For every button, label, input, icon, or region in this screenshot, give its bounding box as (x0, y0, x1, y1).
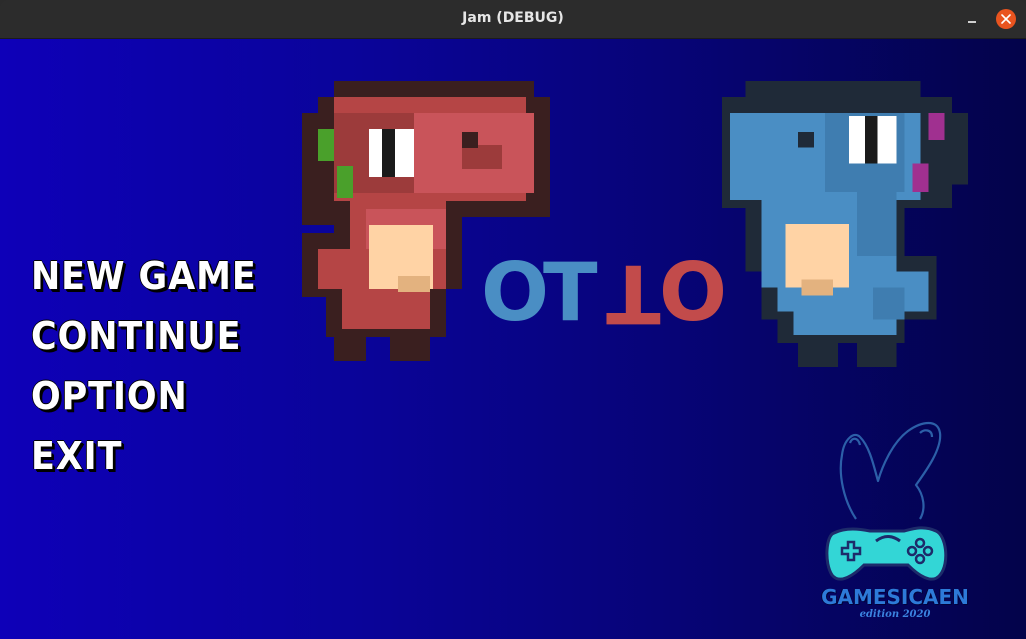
close-button[interactable] (996, 9, 1016, 29)
minimize-button[interactable] (962, 10, 982, 28)
logo-letter-o-red: O (659, 246, 728, 339)
close-icon (1001, 14, 1011, 24)
new-game-button[interactable]: NEW GAME (31, 251, 257, 311)
game-viewport[interactable]: NEW GAME CONTINUE OPTION EXIT O T T O GA… (0, 39, 1026, 639)
jam-logo-edition: edition 2020 (859, 609, 931, 620)
logo-letter-t: T (543, 246, 598, 339)
main-menu: NEW GAME CONTINUE OPTION EXIT (31, 251, 276, 491)
window-titlebar[interactable]: Jam (DEBUG) (0, 0, 1026, 39)
continue-button[interactable]: CONTINUE (31, 311, 257, 371)
option-button[interactable]: OPTION (31, 371, 257, 431)
bunny-gamepad-icon (825, 421, 948, 581)
blue-dino-sprite (721, 81, 969, 367)
logo-letter-t-inverted: T (606, 247, 661, 340)
logo-letter-o: O (481, 246, 550, 339)
jam-logo-name: GAMESICAEN (821, 585, 969, 609)
exit-button[interactable]: EXIT (31, 431, 257, 491)
window-title: Jam (DEBUG) (462, 10, 564, 26)
